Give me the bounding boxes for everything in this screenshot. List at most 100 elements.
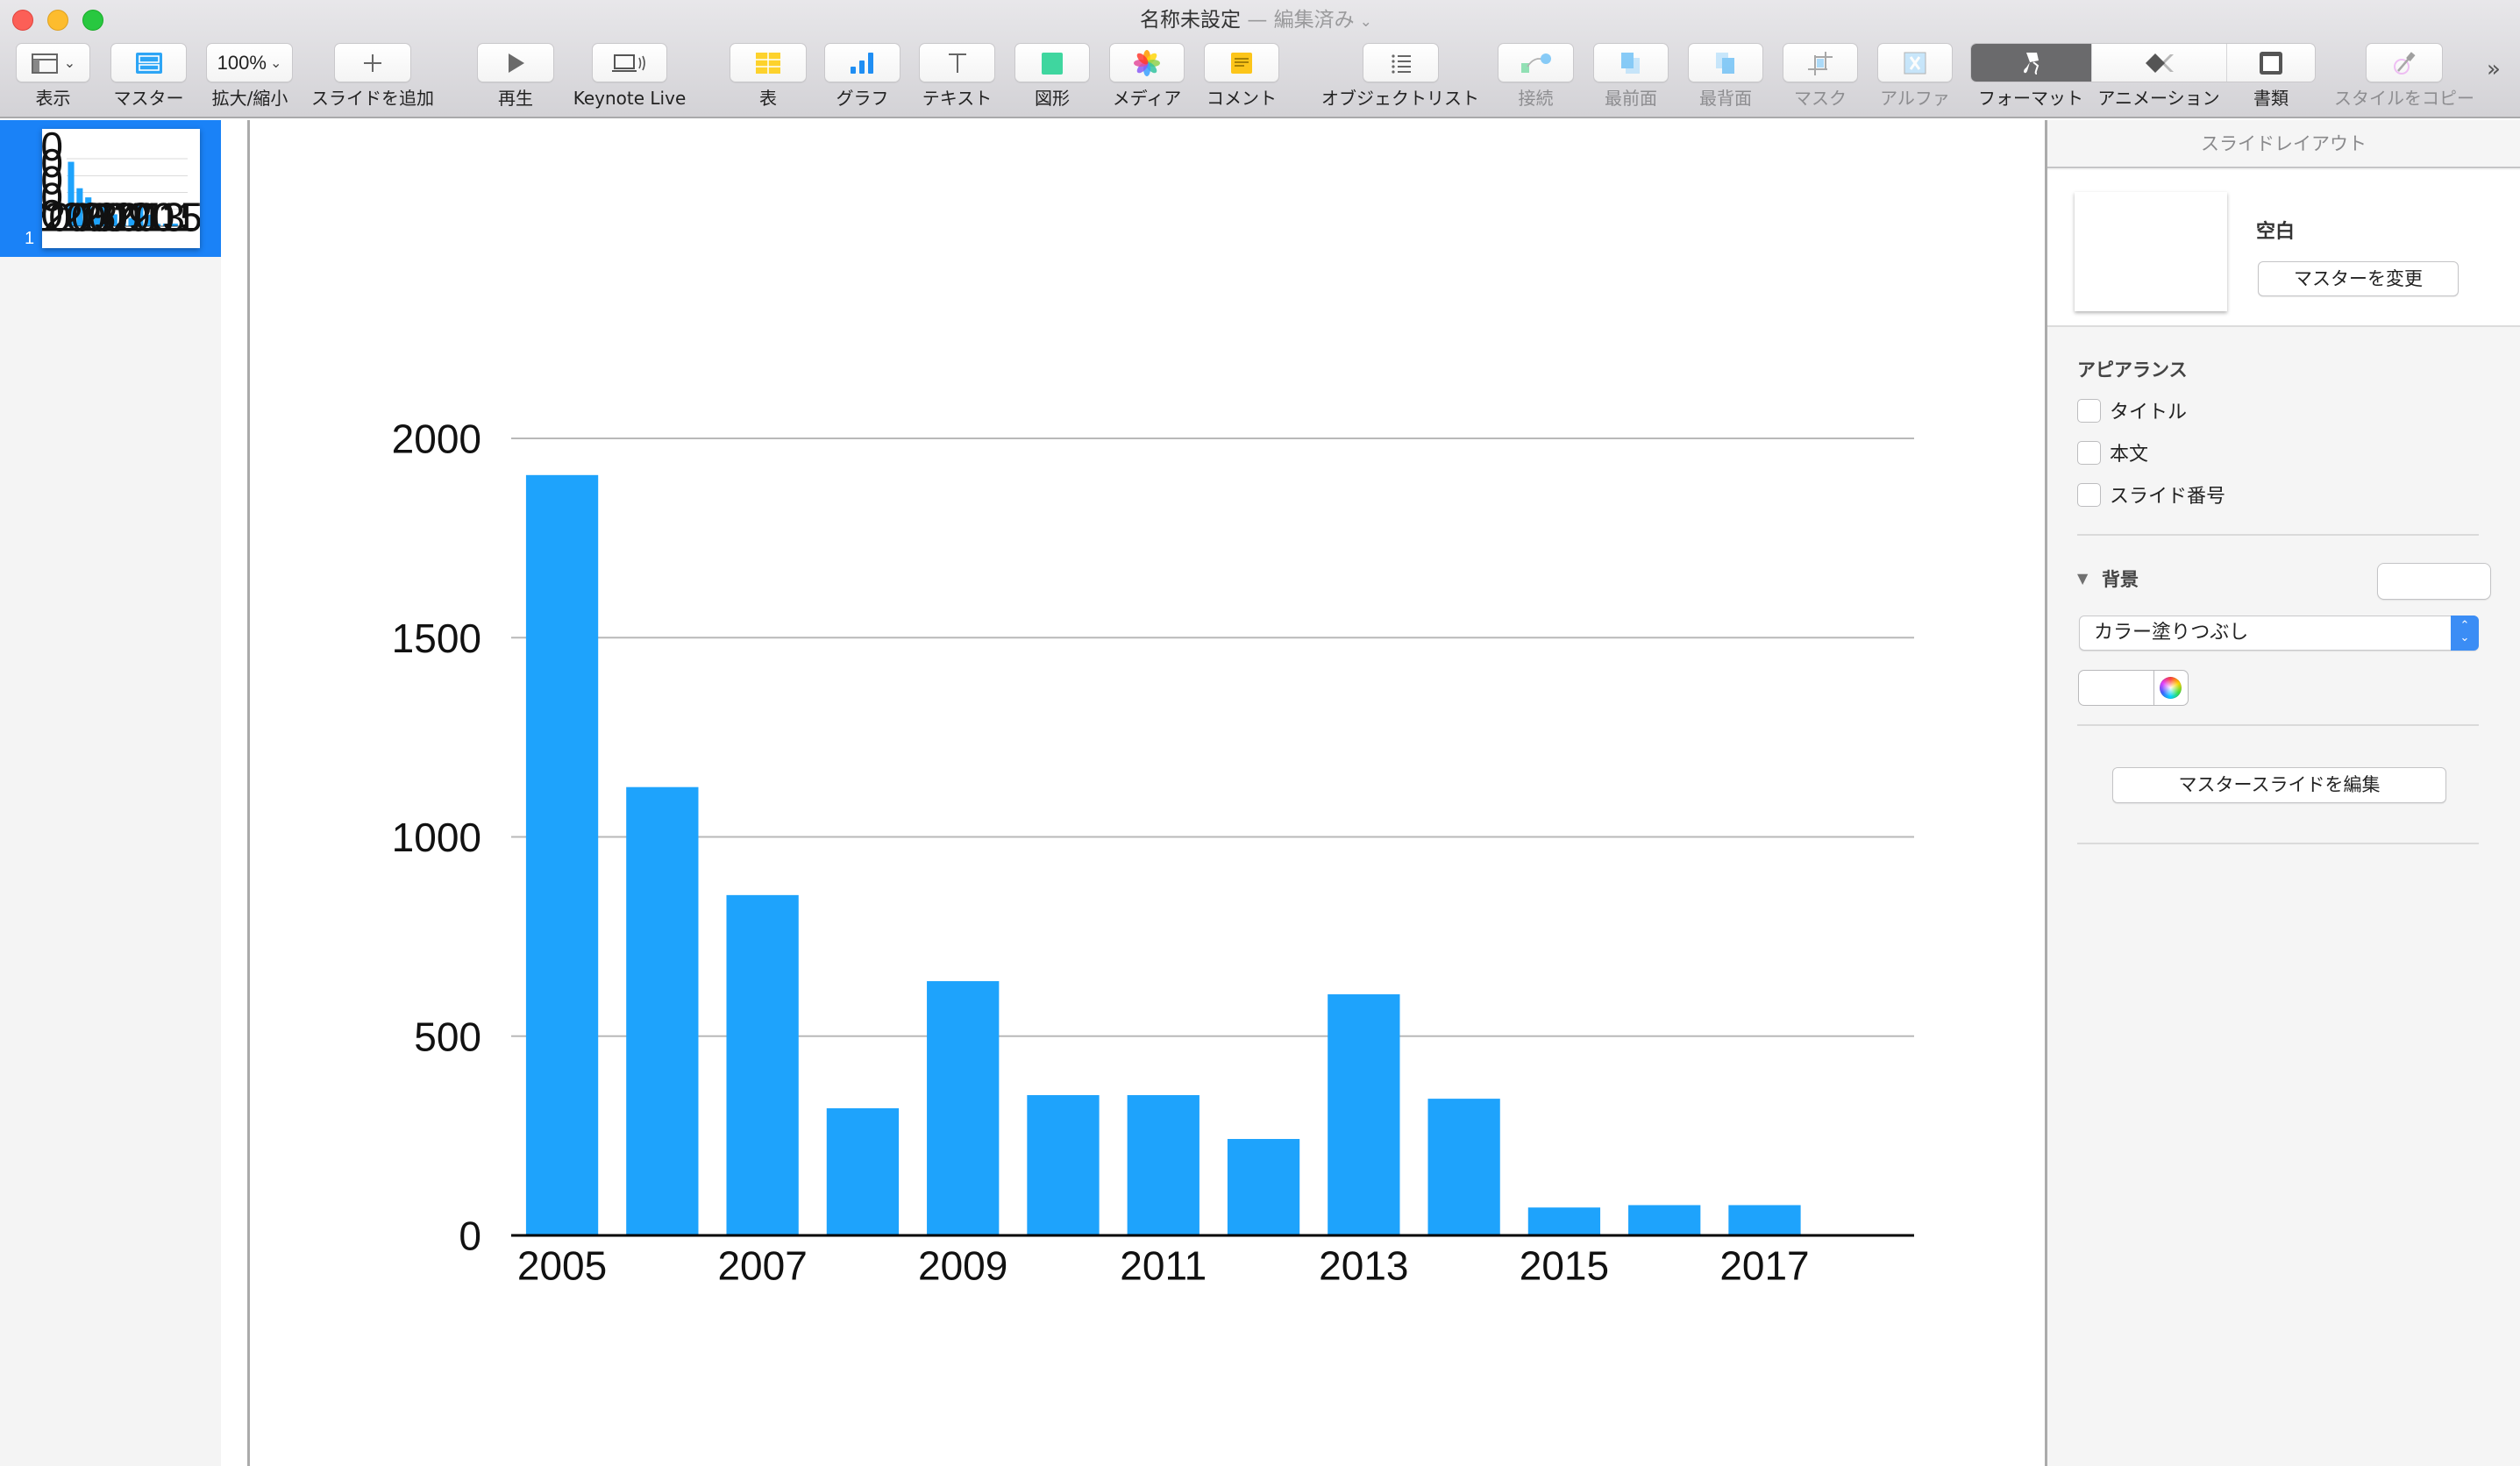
inspector-segmented-control	[1970, 43, 2316, 82]
bar-2013[interactable]	[1328, 994, 1400, 1235]
document-tab[interactable]	[2227, 44, 2315, 82]
slide-thumbnail-item[interactable]: 1 05001000150020002005200720092011201320…	[0, 120, 221, 257]
body-checkbox-label: 本文	[2110, 444, 2149, 466]
title-checkbox[interactable]	[2077, 398, 2101, 423]
bar-2005[interactable]	[525, 474, 599, 1235]
tick-labels: 0 500 1000 1500 2000 2005 2007 2009 2011 2013 2015…	[392, 416, 1810, 1289]
play-icon	[509, 53, 524, 73]
body-option[interactable]: 本文	[2077, 439, 2148, 466]
chart-button[interactable]	[824, 43, 901, 82]
background-title: 背景	[2102, 569, 2139, 590]
connect-label: 接続	[1518, 88, 1554, 109]
instant-alpha-button[interactable]	[1877, 43, 1953, 82]
chevron-down-icon: ⌄	[63, 54, 76, 71]
x-tick-label: 2005	[517, 1243, 607, 1289]
master-button[interactable]	[110, 43, 187, 82]
keynote-live-button[interactable]	[592, 43, 667, 82]
shape-button[interactable]	[1014, 43, 1090, 82]
inspector-header: スライドレイアウト	[2047, 120, 2520, 168]
send-to-back-icon	[1716, 52, 1734, 74]
bar-2006[interactable]	[626, 786, 699, 1235]
text-label: テキスト	[922, 88, 993, 109]
media-button[interactable]	[1109, 43, 1185, 82]
zoom-select[interactable]: 100% ⌄	[206, 43, 293, 82]
document-icon	[2260, 51, 2282, 75]
bars	[525, 474, 1801, 1235]
master-slide-icon	[135, 52, 162, 74]
chart-label: グラフ	[836, 88, 889, 109]
format-label: フォーマット	[1978, 88, 2083, 109]
plus-icon	[364, 53, 381, 72]
background-color-swatch[interactable]	[2377, 563, 2491, 600]
text-button[interactable]	[919, 43, 995, 82]
navigator-gutter	[221, 120, 247, 1466]
section-divider	[2077, 724, 2479, 726]
disclosure-triangle-icon[interactable]: ▼	[2077, 570, 2088, 587]
toolbar-overflow-button[interactable]: »	[2487, 56, 2501, 82]
section-divider	[2077, 534, 2479, 536]
fill-type-select[interactable]: カラー塗りつぶし ⌃ ⌄	[2079, 616, 2479, 651]
bar-2017[interactable]	[1728, 1205, 1801, 1235]
format-tab[interactable]	[1971, 44, 2092, 82]
appearance-title: アピアランス	[2077, 359, 2188, 381]
photos-icon	[1134, 49, 1160, 76]
x-tick-label: 2009	[918, 1243, 1007, 1289]
send-to-back-button[interactable]	[1688, 43, 1763, 82]
bar-2009[interactable]	[927, 981, 1000, 1235]
color-wheel-icon[interactable]	[2160, 677, 2182, 699]
mask-button[interactable]	[1783, 43, 1858, 82]
slide-number-option[interactable]: スライド番号	[2077, 481, 2225, 508]
bar-2010[interactable]	[1027, 1095, 1100, 1235]
minimize-window-button[interactable]	[47, 10, 68, 31]
window-toolbar: 名称未設定 — 編集済み ⌄ ⌄ 表示 マスター 100% ⌄ 拡大/縮小 スライ…	[0, 0, 2520, 118]
bar-2007[interactable]	[726, 894, 799, 1235]
document-name: 名称未設定	[1140, 9, 1241, 32]
add-slide-button[interactable]	[334, 43, 411, 82]
y-tick-label: 1500	[392, 616, 481, 661]
color-well[interactable]	[2078, 670, 2189, 706]
bar-2016[interactable]	[1628, 1205, 1701, 1235]
chevron-down-icon: ⌄	[269, 54, 282, 71]
change-master-button[interactable]: マスターを変更	[2258, 261, 2459, 296]
layout-name: 空白	[2256, 221, 2296, 243]
bar-2011[interactable]	[1127, 1095, 1199, 1235]
bar-2015[interactable]	[1527, 1207, 1601, 1235]
comment-label: コメント	[1207, 88, 1277, 109]
comment-button[interactable]	[1204, 43, 1279, 82]
table-button[interactable]	[730, 43, 807, 82]
x-tick-label: 2017	[130, 195, 200, 240]
chevron-down-icon: ⌄	[1359, 13, 1372, 31]
animation-diamond-icon	[2145, 53, 2174, 73]
bar-chart[interactable]: 0 500 1000 1500 2000 2005 2007 2009 2011 2013 2015…	[250, 120, 2046, 1466]
layout-thumbnail[interactable]	[2075, 192, 2227, 311]
close-window-button[interactable]	[12, 10, 33, 31]
object-list-button[interactable]	[1363, 43, 1439, 82]
slide-number-checkbox[interactable]	[2077, 482, 2101, 507]
animate-tab[interactable]	[2092, 44, 2227, 82]
play-button[interactable]	[477, 43, 554, 82]
zoom-label: 拡大/縮小	[211, 88, 288, 109]
connect-button[interactable]	[1498, 43, 1574, 82]
window-title[interactable]: 名称未設定 — 編集済み ⌄	[1140, 5, 1420, 35]
bring-to-front-button[interactable]	[1593, 43, 1669, 82]
y-tick-label: 1000	[392, 815, 481, 860]
copy-style-button[interactable]	[2366, 43, 2443, 82]
animate-label: アニメーション	[2097, 88, 2220, 109]
slide-canvas[interactable]: 0 500 1000 1500 2000 2005 2007 2009 2011 2013 2015…	[250, 120, 2046, 1466]
body-checkbox[interactable]	[2077, 440, 2101, 465]
fill-type-value: カラー塗りつぶし	[2094, 622, 2249, 644]
view-button[interactable]: ⌄	[16, 43, 90, 82]
title-option[interactable]: タイトル	[2077, 397, 2187, 423]
zoom-window-button[interactable]	[82, 10, 103, 31]
bar-2008[interactable]	[826, 1108, 900, 1235]
laptop-broadcast-icon	[612, 53, 645, 72]
bar-2014[interactable]	[1427, 1099, 1500, 1235]
edit-master-slide-button[interactable]: マスタースライドを編集	[2112, 767, 2446, 803]
text-icon	[948, 53, 966, 73]
zoom-value: 100%	[217, 51, 267, 74]
bar-2012[interactable]	[1227, 1139, 1300, 1235]
bar-chart-icon	[850, 52, 873, 74]
slide-thumbnail[interactable]: 0500100015002000200520072009201120132015…	[0, 124, 219, 248]
sidebar-layout-icon	[31, 53, 58, 74]
bring-to-front-icon	[1621, 52, 1640, 74]
